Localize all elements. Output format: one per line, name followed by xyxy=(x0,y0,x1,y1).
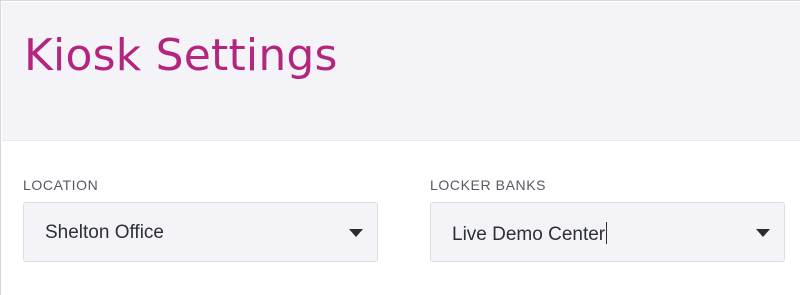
kiosk-settings-panel: Kiosk Settings LOCATION Shelton Office L… xyxy=(0,0,800,295)
text-cursor xyxy=(606,222,608,244)
caret-down-icon xyxy=(756,229,770,237)
page-header: Kiosk Settings xyxy=(2,2,800,141)
caret-down-icon xyxy=(349,229,363,237)
location-select-value: Shelton Office xyxy=(45,222,165,243)
location-select[interactable]: Shelton Office xyxy=(23,202,378,262)
locker-banks-label: LOCKER BANKS xyxy=(430,177,547,193)
location-label: LOCATION xyxy=(23,177,99,193)
locker-banks-select-value-wrap: Live Demo Center xyxy=(452,222,608,246)
page-title: Kiosk Settings xyxy=(24,30,338,81)
locker-banks-select[interactable]: Live Demo Center xyxy=(430,202,785,262)
locker-banks-select-value: Live Demo Center xyxy=(452,224,606,245)
